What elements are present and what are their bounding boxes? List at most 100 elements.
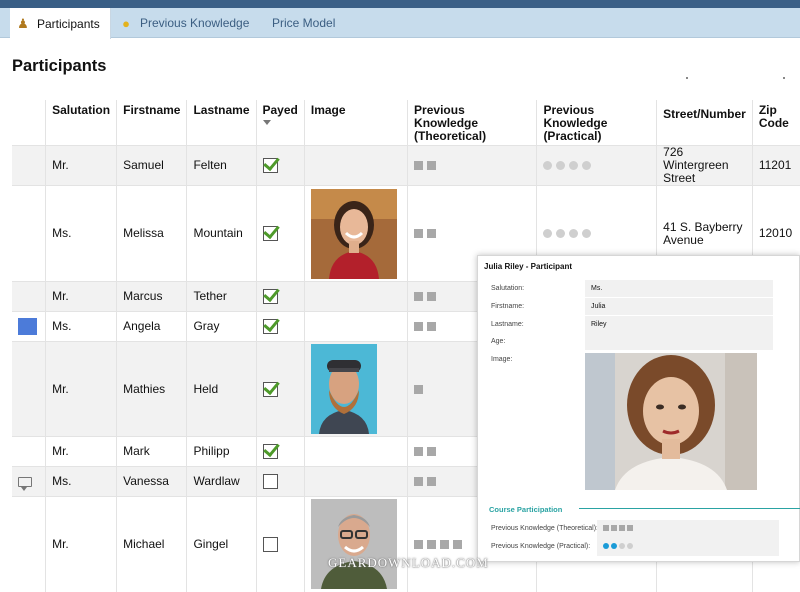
row-selector[interactable]	[12, 436, 47, 467]
header-salutation[interactable]: Salutation	[45, 100, 118, 146]
participant-photo	[310, 188, 397, 279]
tab-bar: ♟ Participants ● Previous Knowledge Pric…	[0, 8, 800, 39]
header-lastname[interactable]: Lastname	[186, 100, 257, 146]
payed-checkbox[interactable]	[262, 289, 278, 304]
header-prev-theoretical[interactable]: Previous Knowledge (Theoretical)	[407, 100, 538, 146]
row-selector[interactable]	[12, 281, 47, 312]
cell-salutation: Mr.	[45, 145, 118, 186]
lightbulb-icon: ●	[122, 15, 130, 31]
decor-dot	[783, 77, 785, 79]
comment-icon[interactable]	[18, 476, 32, 491]
cell-salutation: Mr.	[45, 496, 118, 592]
decor-dot	[686, 77, 688, 79]
participant-detail-panel: Julia Riley - Participant Salutation: Ms…	[477, 255, 800, 562]
cell-prev-practical	[536, 145, 658, 186]
course-participation-title: Course Participation	[489, 505, 563, 514]
cell-image	[304, 185, 409, 282]
detail-value[interactable]	[585, 333, 773, 350]
cell-firstname: Samuel	[116, 145, 188, 186]
detail-value[interactable]: Julia	[585, 298, 773, 315]
cell-lastname: Held	[186, 341, 257, 437]
header-zip[interactable]: Zip Code	[752, 100, 800, 146]
cell-payed	[256, 311, 305, 342]
payed-checkbox[interactable]	[262, 158, 278, 173]
detail-label: Firstname:	[491, 303, 525, 310]
payed-checkbox[interactable]	[262, 536, 278, 552]
payed-checkbox[interactable]	[262, 474, 278, 489]
cell-salutation: Ms.	[45, 311, 118, 342]
table-row[interactable]: Mr. Samuel Felten 726 Wintergreen Street…	[12, 145, 800, 186]
level-indicator	[543, 229, 592, 239]
row-selector[interactable]	[12, 341, 47, 437]
row-selector[interactable]	[12, 145, 47, 186]
cell-payed	[256, 436, 305, 467]
cell-image	[304, 311, 409, 342]
table-header-row: Salutation Firstname Lastname Payed Imag…	[12, 100, 800, 146]
detail-photo	[585, 353, 757, 490]
payed-checkbox[interactable]	[262, 226, 278, 241]
people-icon: ♟	[17, 15, 29, 31]
cell-lastname: Philipp	[186, 436, 257, 467]
level-indicator	[414, 322, 437, 332]
cell-firstname: Angela	[116, 311, 188, 342]
payed-checkbox[interactable]	[262, 319, 278, 334]
header-prev-practical[interactable]: Previous Knowledge (Practical)	[536, 100, 658, 146]
watermark: GEARDOWNLOAD.COM	[328, 555, 489, 570]
tab-previous-knowledge[interactable]: ● Previous Knowledge	[118, 8, 258, 38]
cell-payed	[256, 145, 305, 186]
row-selector[interactable]	[12, 311, 47, 342]
row-selector[interactable]	[12, 466, 47, 497]
cell-firstname: Mathies	[116, 341, 188, 437]
detail-field-lastname: Lastname: Riley	[491, 316, 773, 333]
cell-salutation: Ms.	[45, 466, 118, 497]
detail-label: Previous Knowledge (Practical):	[491, 543, 591, 550]
cell-salutation: Mr.	[45, 341, 118, 437]
cell-street: 726 Wintergreen Street	[656, 145, 753, 186]
cell-salutation: Mr.	[45, 436, 118, 467]
cell-firstname: Melissa	[116, 185, 188, 282]
cell-image	[304, 341, 409, 437]
sort-desc-icon[interactable]	[262, 120, 271, 125]
row-selector[interactable]	[12, 496, 47, 592]
payed-checkbox[interactable]	[262, 381, 278, 397]
detail-value[interactable]	[597, 520, 779, 538]
tab-label: Participants	[37, 16, 100, 31]
cell-payed	[256, 496, 305, 592]
cell-payed	[256, 466, 305, 497]
detail-label: Salutation:	[491, 285, 525, 292]
cell-firstname: Mark	[116, 436, 188, 467]
row-selector[interactable]	[12, 185, 47, 282]
detail-title: Julia Riley - Participant	[484, 262, 573, 271]
detail-value[interactable]: Ms.	[585, 280, 773, 297]
cell-payed	[256, 185, 305, 282]
cell-prev-theoretical	[407, 145, 538, 186]
cell-firstname: Marcus	[116, 281, 188, 312]
level-indicator	[414, 447, 437, 457]
top-strip	[0, 0, 800, 8]
selection-marker[interactable]	[18, 318, 37, 335]
cell-image	[304, 436, 409, 467]
header-street[interactable]: Street/Number	[656, 100, 753, 146]
payed-checkbox[interactable]	[262, 444, 278, 459]
detail-field-salutation: Salutation: Ms.	[491, 280, 773, 297]
header-payed-label: Payed	[262, 103, 298, 117]
header-firstname[interactable]: Firstname	[116, 100, 188, 146]
cell-image	[304, 466, 409, 497]
tab-participants[interactable]: ♟ Participants	[10, 8, 111, 39]
detail-value[interactable]: Riley	[585, 316, 773, 333]
cell-salutation: Ms.	[45, 185, 118, 282]
level-indicator	[603, 543, 633, 550]
header-payed[interactable]: Payed	[256, 100, 305, 146]
detail-label: Image:	[491, 356, 513, 363]
cell-lastname: Tether	[186, 281, 257, 312]
tab-label: Previous Knowledge	[140, 16, 250, 30]
detail-prev-practical: Previous Knowledge (Practical):	[491, 538, 781, 556]
cell-zip: 11201	[752, 145, 800, 186]
header-image[interactable]: Image	[304, 100, 409, 146]
detail-value[interactable]	[597, 538, 779, 556]
tab-price-model[interactable]: Price Model	[272, 8, 352, 38]
level-indicator	[543, 161, 592, 171]
level-indicator	[414, 161, 437, 171]
level-indicator	[603, 525, 633, 532]
cell-firstname: Michael	[116, 496, 188, 592]
